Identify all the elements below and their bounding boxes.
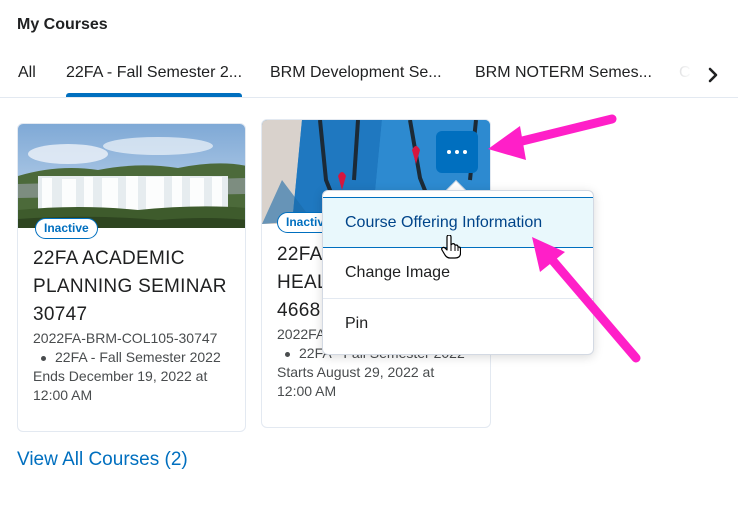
course-title-line: PLANNING SEMINAR (33, 276, 227, 297)
tab-fade (668, 54, 704, 96)
tab-22fa-fall-semester[interactable]: 22FA - Fall Semester 2... (66, 64, 242, 82)
hand-cursor-icon (441, 234, 462, 264)
annotation-arrow-menu-button (488, 114, 617, 160)
course-code: 2022FA-BRM-COL105-30747 (33, 330, 218, 346)
view-all-courses-link[interactable]: View All Courses (2) (17, 449, 188, 471)
course-date: 12:00 AM (33, 387, 93, 403)
more-icon-dot (463, 150, 467, 154)
menu-item-label: Pin (345, 315, 369, 332)
tab-brm-development[interactable]: BRM Development Se... (270, 64, 442, 82)
course-date: Starts August 29, 2022 at (277, 364, 435, 380)
menu-item-pin[interactable]: Pin (323, 299, 593, 349)
course-meta: 2022FA-BRM-COL105-30747 22FA - Fall Seme… (33, 329, 245, 405)
more-icon-dot (455, 150, 459, 154)
course-card[interactable]: Inactive 22FA ACADEMIC PLANNING SEMINAR … (17, 123, 246, 432)
course-options-menu: Course Offering Information Change Image… (322, 190, 594, 355)
course-options-button[interactable] (436, 131, 478, 173)
menu-item-label: Change Image (345, 264, 450, 281)
semester-tabs: All 22FA - Fall Semester 2... BRM Develo… (0, 54, 738, 98)
course-image-waterfall (18, 124, 245, 228)
status-badge: Inactive (35, 218, 98, 239)
course-date: 12:00 AM (277, 383, 337, 399)
tab-brm-noterm[interactable]: BRM NOTERM Semes... (475, 64, 652, 82)
course-title-line: 22FA ACADEMIC (33, 248, 185, 269)
chevron-right-icon[interactable] (700, 62, 726, 88)
course-date: Ends December 19, 2022 at (33, 368, 208, 384)
active-tab-indicator (66, 93, 242, 97)
more-icon (447, 150, 451, 154)
menu-item-label: Course Offering Information (345, 213, 543, 231)
tab-all[interactable]: All (18, 64, 36, 82)
course-semester: 22FA - Fall Semester 2022 (33, 348, 245, 367)
course-title-line: 30747 (33, 304, 88, 325)
course-title[interactable]: 22FA ACADEMIC PLANNING SEMINAR 30747 (33, 245, 243, 329)
widget-title: My Courses (17, 16, 108, 33)
